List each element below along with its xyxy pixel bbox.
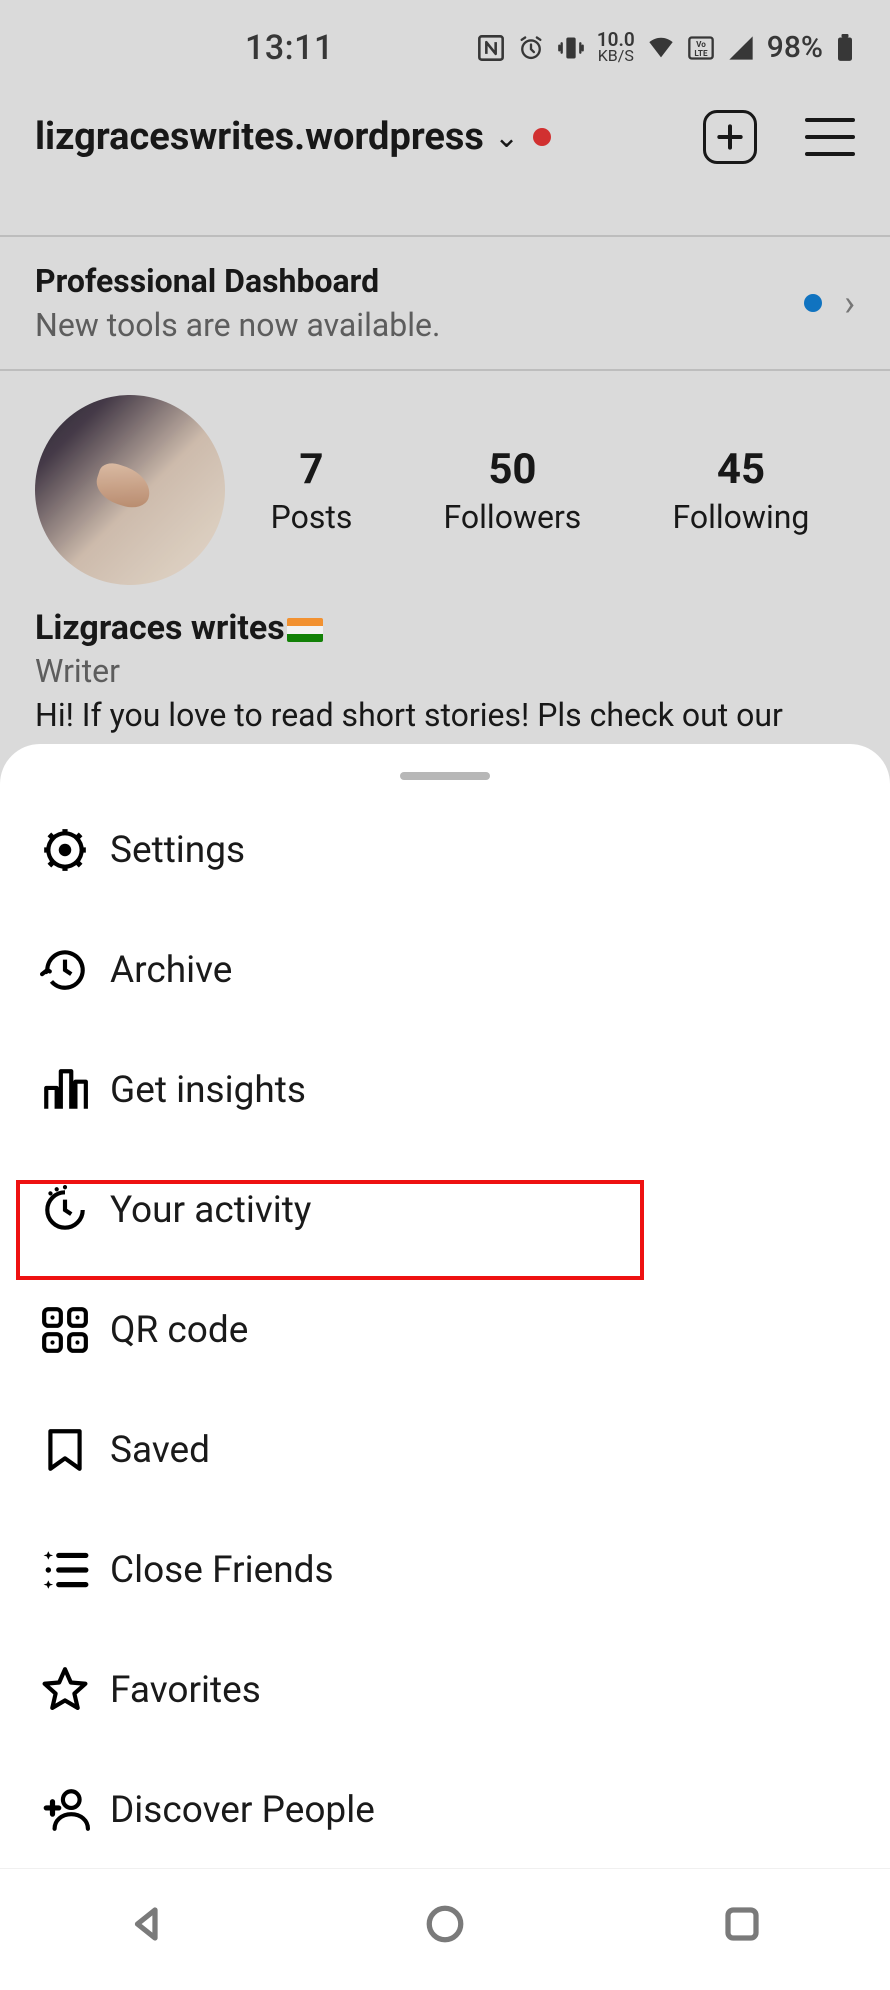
category: Writer [35,652,855,690]
activity-icon [20,1185,110,1235]
stat-posts[interactable]: 7 Posts [271,445,353,536]
flag-india-icon [287,618,323,642]
menu-insights[interactable]: Get insights [20,1030,870,1150]
menu-close-friends[interactable]: Close Friends [20,1510,870,1630]
menu-bottom-sheet: Settings Archive Get insights Your activ… [0,744,890,1978]
chevron-down-icon[interactable]: ⌄ [494,120,519,155]
banner-title: Professional Dashboard [35,262,440,300]
bio-text: Hi! If you love to read short stories! P… [35,696,855,734]
menu-your-activity[interactable]: Your activity [20,1150,870,1270]
nav-recents-icon[interactable] [721,1903,763,1945]
stat-following[interactable]: 45 Following [673,445,810,536]
vibrate-icon [557,34,585,62]
svg-text:Vo: Vo [696,38,706,48]
create-button[interactable] [703,110,757,164]
menu-archive[interactable]: Archive [20,910,870,1030]
notification-dot [533,128,551,146]
battery-percent: 98% [767,30,823,65]
menu-discover-people[interactable]: Discover People [20,1750,870,1870]
professional-dashboard-banner[interactable]: Professional Dashboard New tools are now… [0,235,890,371]
star-icon [20,1665,110,1715]
banner-subtitle: New tools are now available. [35,306,440,344]
svg-text:LTE: LTE [694,48,708,58]
nav-home-icon[interactable] [424,1903,466,1945]
status-time: 13:11 [245,28,334,68]
menu-list: Settings Archive Get insights Your activ… [0,790,890,1990]
nav-back-icon[interactable] [127,1903,169,1945]
stat-followers[interactable]: 50 Followers [444,445,582,536]
archive-icon [20,945,110,995]
android-nav-bar [0,1868,890,1978]
volte-icon: VoLTE [687,34,715,62]
battery-icon [835,34,855,62]
bookmark-icon [20,1425,110,1475]
qr-icon [20,1305,110,1355]
profile-header: lizgraceswrites.wordpress ⌄ [0,110,890,188]
close-friends-icon [20,1545,110,1595]
alarm-icon [517,34,545,62]
chevron-right-icon: › [844,282,855,324]
menu-settings[interactable]: Settings [20,790,870,910]
discover-people-icon [20,1785,110,1835]
hamburger-menu-icon[interactable] [805,118,855,156]
status-bar: 13:11 10.0KB/S VoLTE 98% [0,0,890,95]
signal-icon [727,34,755,62]
gear-icon [20,825,110,875]
insights-icon [20,1065,110,1115]
banner-dot [804,294,822,312]
display-name: Lizgraces writes [35,608,855,648]
data-rate: 10.0KB/S [597,32,635,64]
profile-stats: 7 Posts 50 Followers 45 Following [0,395,890,585]
menu-favorites[interactable]: Favorites [20,1630,870,1750]
wifi-icon [647,34,675,62]
avatar[interactable] [35,395,225,585]
menu-qr-code[interactable]: QR code [20,1270,870,1390]
sheet-grabber[interactable] [400,772,490,780]
menu-saved[interactable]: Saved [20,1390,870,1510]
username[interactable]: lizgraceswrites.wordpress [35,115,484,159]
nfc-icon [477,34,505,62]
profile-bio: Lizgraces writes Writer Hi! If you love … [35,608,855,734]
